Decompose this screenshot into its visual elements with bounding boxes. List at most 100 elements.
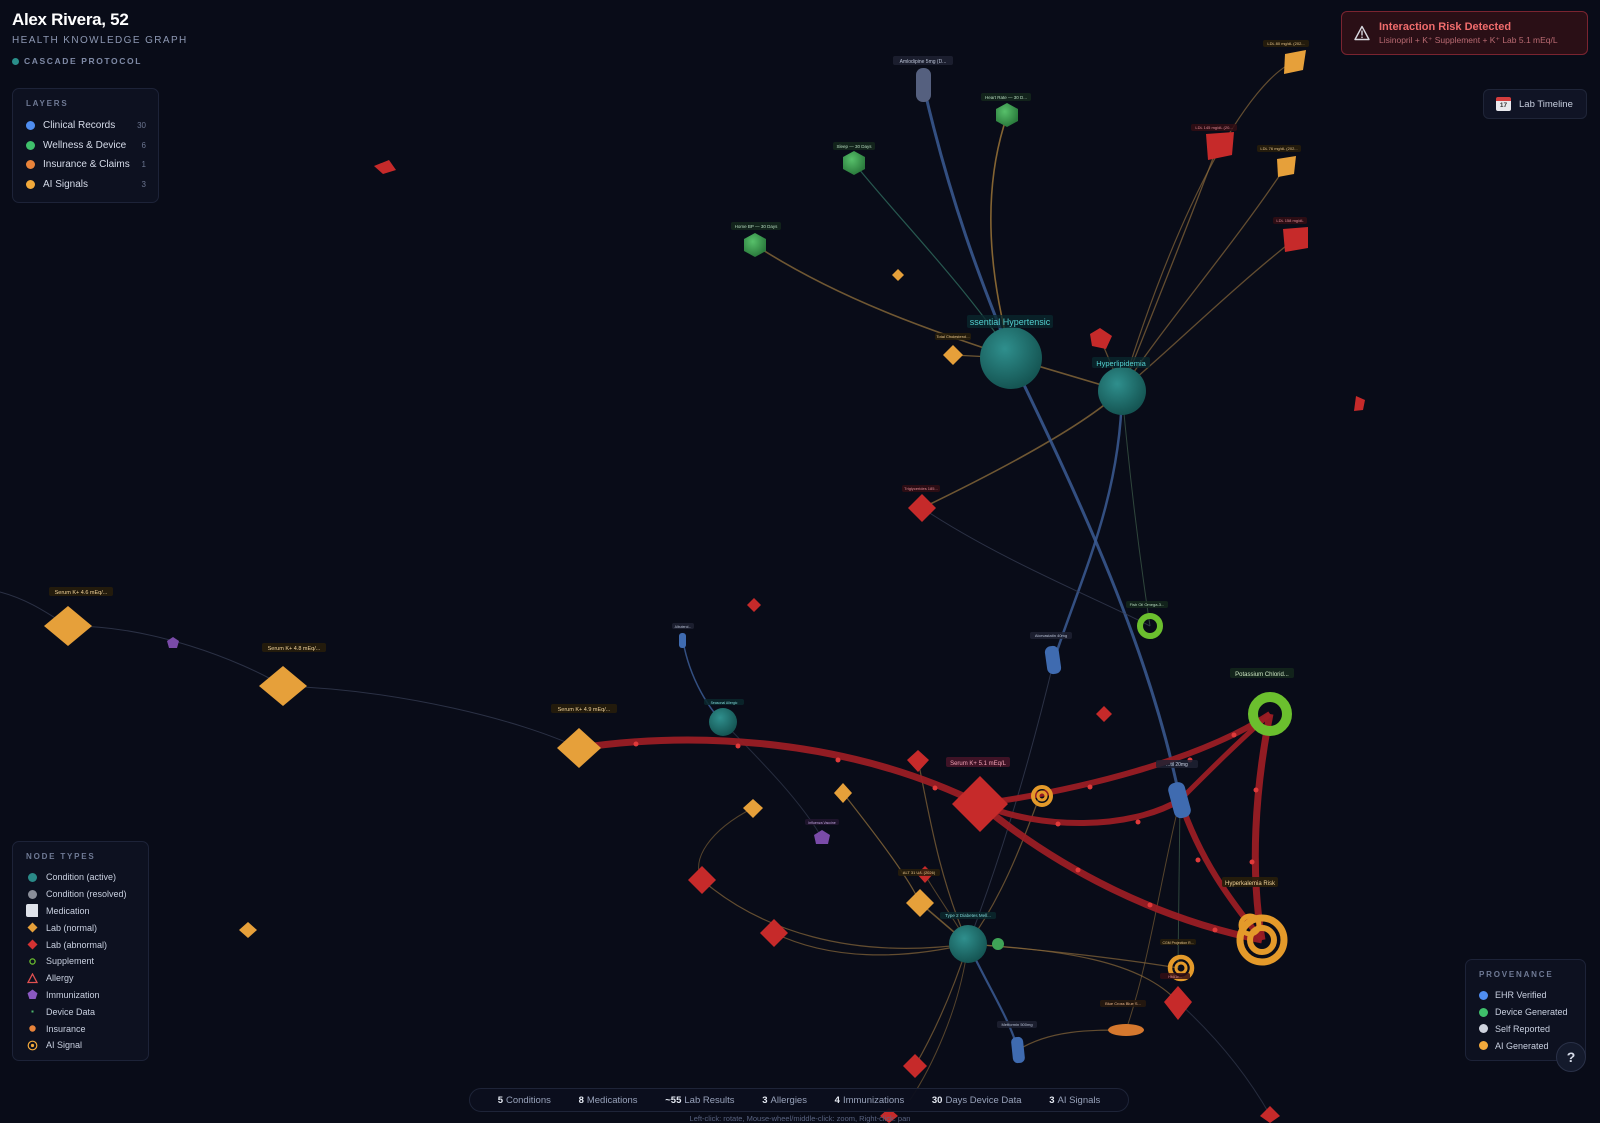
- device-node-home-bp[interactable]: [744, 233, 766, 257]
- medication-node-albuterol[interactable]: [679, 633, 686, 648]
- graph-nodes[interactable]: [44, 50, 1365, 1123]
- lab-node-small-1[interactable]: [892, 269, 904, 281]
- header: Alex Rivera, 52 HEALTH KNOWLEDGE GRAPH C…: [12, 10, 188, 66]
- svg-text:Amlodipine 5mg (D...: Amlodipine 5mg (D...: [900, 59, 947, 65]
- label-lisinopril: ...til 20mg: [1156, 760, 1198, 768]
- lab-node-triglycerides[interactable]: [908, 494, 936, 522]
- node-type-label: Medication: [46, 905, 90, 916]
- layer-color-dot-icon: [26, 140, 35, 150]
- layer-toggle-1[interactable]: Wellness & Device 6: [26, 136, 146, 156]
- lab-timeline-button[interactable]: 17 Lab Timeline: [1483, 89, 1587, 119]
- diamond-orange-icon: [26, 922, 38, 934]
- medication-node-atorvastatin[interactable]: [1044, 645, 1062, 675]
- layer-label: Clinical Records: [43, 120, 116, 132]
- svg-text:Atorvastatin 40mg: Atorvastatin 40mg: [1035, 633, 1067, 638]
- svg-text:Heart Rate — 30 D...: Heart Rate — 30 D...: [985, 95, 1027, 100]
- provenance-item-0: EHR Verified: [1479, 987, 1575, 1004]
- lab-node-hba1c[interactable]: [1164, 986, 1192, 1020]
- svg-text:Hyperlipidemia: Hyperlipidemia: [1096, 359, 1146, 368]
- interaction-risk-alert[interactable]: Interaction Risk Detected Lisinopril + K…: [1341, 11, 1588, 55]
- risk-edge-potassium-to-hyperkalemia: [1251, 713, 1274, 941]
- node-type-3: Lab (normal): [26, 919, 138, 936]
- svg-text:Triglycerides 185...: Triglycerides 185...: [904, 486, 938, 491]
- node-types-legend: NODE TYPES Condition (active) Condition (…: [12, 841, 149, 1061]
- immunization-node-2[interactable]: [814, 830, 830, 844]
- lab-node-ldl-80[interactable]: [1284, 50, 1306, 74]
- stat-item-4: 4 Immunizations: [835, 1095, 905, 1106]
- lab-node-small-14[interactable]: [903, 1054, 927, 1078]
- stat-value: 30: [931, 1094, 943, 1106]
- layer-color-dot-icon: [26, 121, 35, 131]
- lab-node-small-10[interactable]: [1096, 706, 1112, 722]
- stat-label: Days Device Data: [945, 1094, 1022, 1106]
- layer-toggle-0[interactable]: Clinical Records 30: [26, 116, 146, 136]
- lab-node-small-12[interactable]: [760, 919, 788, 947]
- lab-node-ldl-76[interactable]: [1277, 156, 1296, 177]
- stat-item-0: 5 Conditions: [498, 1095, 551, 1106]
- label-seasonal-allergic: Seasonal Allergic: [704, 699, 744, 705]
- node-type-1: Condition (resolved): [26, 886, 138, 903]
- label-amlodipine: Amlodipine 5mg (D...: [893, 56, 953, 65]
- medication-node-amlodipine[interactable]: [916, 68, 931, 102]
- label-blue-cross: Blue Cross Blue S...: [1100, 1000, 1146, 1007]
- svg-text:Home BP — 30 Days: Home BP — 30 Days: [735, 224, 778, 229]
- lab-node-small-4[interactable]: [906, 889, 934, 917]
- provenance-dot-icon: [1479, 1041, 1488, 1051]
- lab-node-small-5[interactable]: [239, 922, 257, 938]
- edge: [1121, 144, 1219, 391]
- node-type-2: Medication: [26, 903, 138, 920]
- condition-node-essential-hypertension[interactable]: [980, 327, 1042, 389]
- condition-node-seasonal-allergic[interactable]: [709, 708, 737, 736]
- lab-node-small-6[interactable]: [1354, 396, 1365, 411]
- edge: [914, 943, 969, 1067]
- medication-node-lisinopril[interactable]: [1167, 781, 1193, 820]
- device-node-sleep[interactable]: [843, 151, 865, 175]
- layer-toggle-3[interactable]: AI Signals 3: [26, 175, 146, 195]
- stat-item-6: 3 AI Signals: [1049, 1095, 1100, 1106]
- lab-node-ldl-158[interactable]: [1283, 227, 1308, 252]
- label-alt: ALT 31 U/L (2026): [898, 869, 940, 876]
- alert-message: Lisinopril + K⁺ Supplement + K⁺ Lab 5.1 …: [1379, 34, 1558, 45]
- node-type-6: Allergy: [26, 970, 138, 987]
- node-type-label: Supplement: [46, 956, 95, 967]
- label-fish-oil: Fish Oil Omega-3...: [1126, 601, 1168, 608]
- lab-node-small-8[interactable]: [747, 598, 761, 612]
- node-type-label: Lab (normal): [46, 922, 98, 933]
- insurance-node-blue-cross[interactable]: [1108, 1024, 1144, 1036]
- risk-edge-serum-k-51-to-potassium: [979, 711, 1272, 807]
- layer-color-dot-icon: [26, 160, 35, 170]
- knowledge-graph-canvas[interactable]: ssential Hypertensic Hyperlipidemia Amlo…: [0, 0, 1600, 1123]
- svg-text:LDL 76 mg/dL (202...: LDL 76 mg/dL (202...: [1260, 146, 1297, 151]
- stat-label: Immunizations: [842, 1094, 905, 1106]
- label-hyperkalemia-risk: Hyperkalemia Risk: [1222, 877, 1278, 887]
- edge: [921, 389, 1123, 509]
- edge: [698, 807, 754, 881]
- stat-item-1: 8 Medications: [579, 1095, 638, 1106]
- lab-node-small-2[interactable]: [743, 799, 763, 818]
- svg-text:Metformin 500mg: Metformin 500mg: [1001, 1022, 1032, 1027]
- medication-node-metformin[interactable]: [1011, 1036, 1026, 1064]
- condition-node-hyperlipidemia[interactable]: [1098, 367, 1146, 415]
- lab-node-serum-k-49[interactable]: [557, 728, 601, 768]
- lab-node-small-11[interactable]: [688, 866, 716, 894]
- target-orange-icon: [26, 1039, 38, 1051]
- device-node-heart-rate[interactable]: [996, 103, 1018, 127]
- device-node-small[interactable]: [992, 938, 1004, 950]
- node-type-label: Device Data: [46, 1006, 96, 1017]
- immunization-node-flu[interactable]: [167, 637, 179, 648]
- lab-node-ldl-145[interactable]: [1206, 132, 1234, 160]
- lab-node-serum-k-46[interactable]: [44, 606, 92, 646]
- svg-text:Fish Oil Omega-3...: Fish Oil Omega-3...: [1130, 602, 1165, 607]
- lab-node-small-3[interactable]: [834, 783, 852, 803]
- help-button[interactable]: ?: [1556, 1042, 1586, 1072]
- lab-node-total-cholesterol[interactable]: [943, 345, 963, 365]
- lab-node-serum-k-48[interactable]: [259, 666, 307, 706]
- controls-hint: Left-click: rotate, Mouse-wheel/middle-c…: [689, 1114, 911, 1123]
- lab-node-small-9[interactable]: [907, 750, 929, 772]
- lab-node-hdl[interactable]: [1090, 328, 1112, 349]
- condition-node-type2-diabetes[interactable]: [949, 925, 987, 963]
- lab-node-small-7[interactable]: [374, 160, 396, 174]
- layer-toggle-2[interactable]: Insurance & Claims 1: [26, 155, 146, 175]
- triangle-red-icon: [26, 972, 38, 984]
- node-type-label: Insurance: [46, 1023, 86, 1034]
